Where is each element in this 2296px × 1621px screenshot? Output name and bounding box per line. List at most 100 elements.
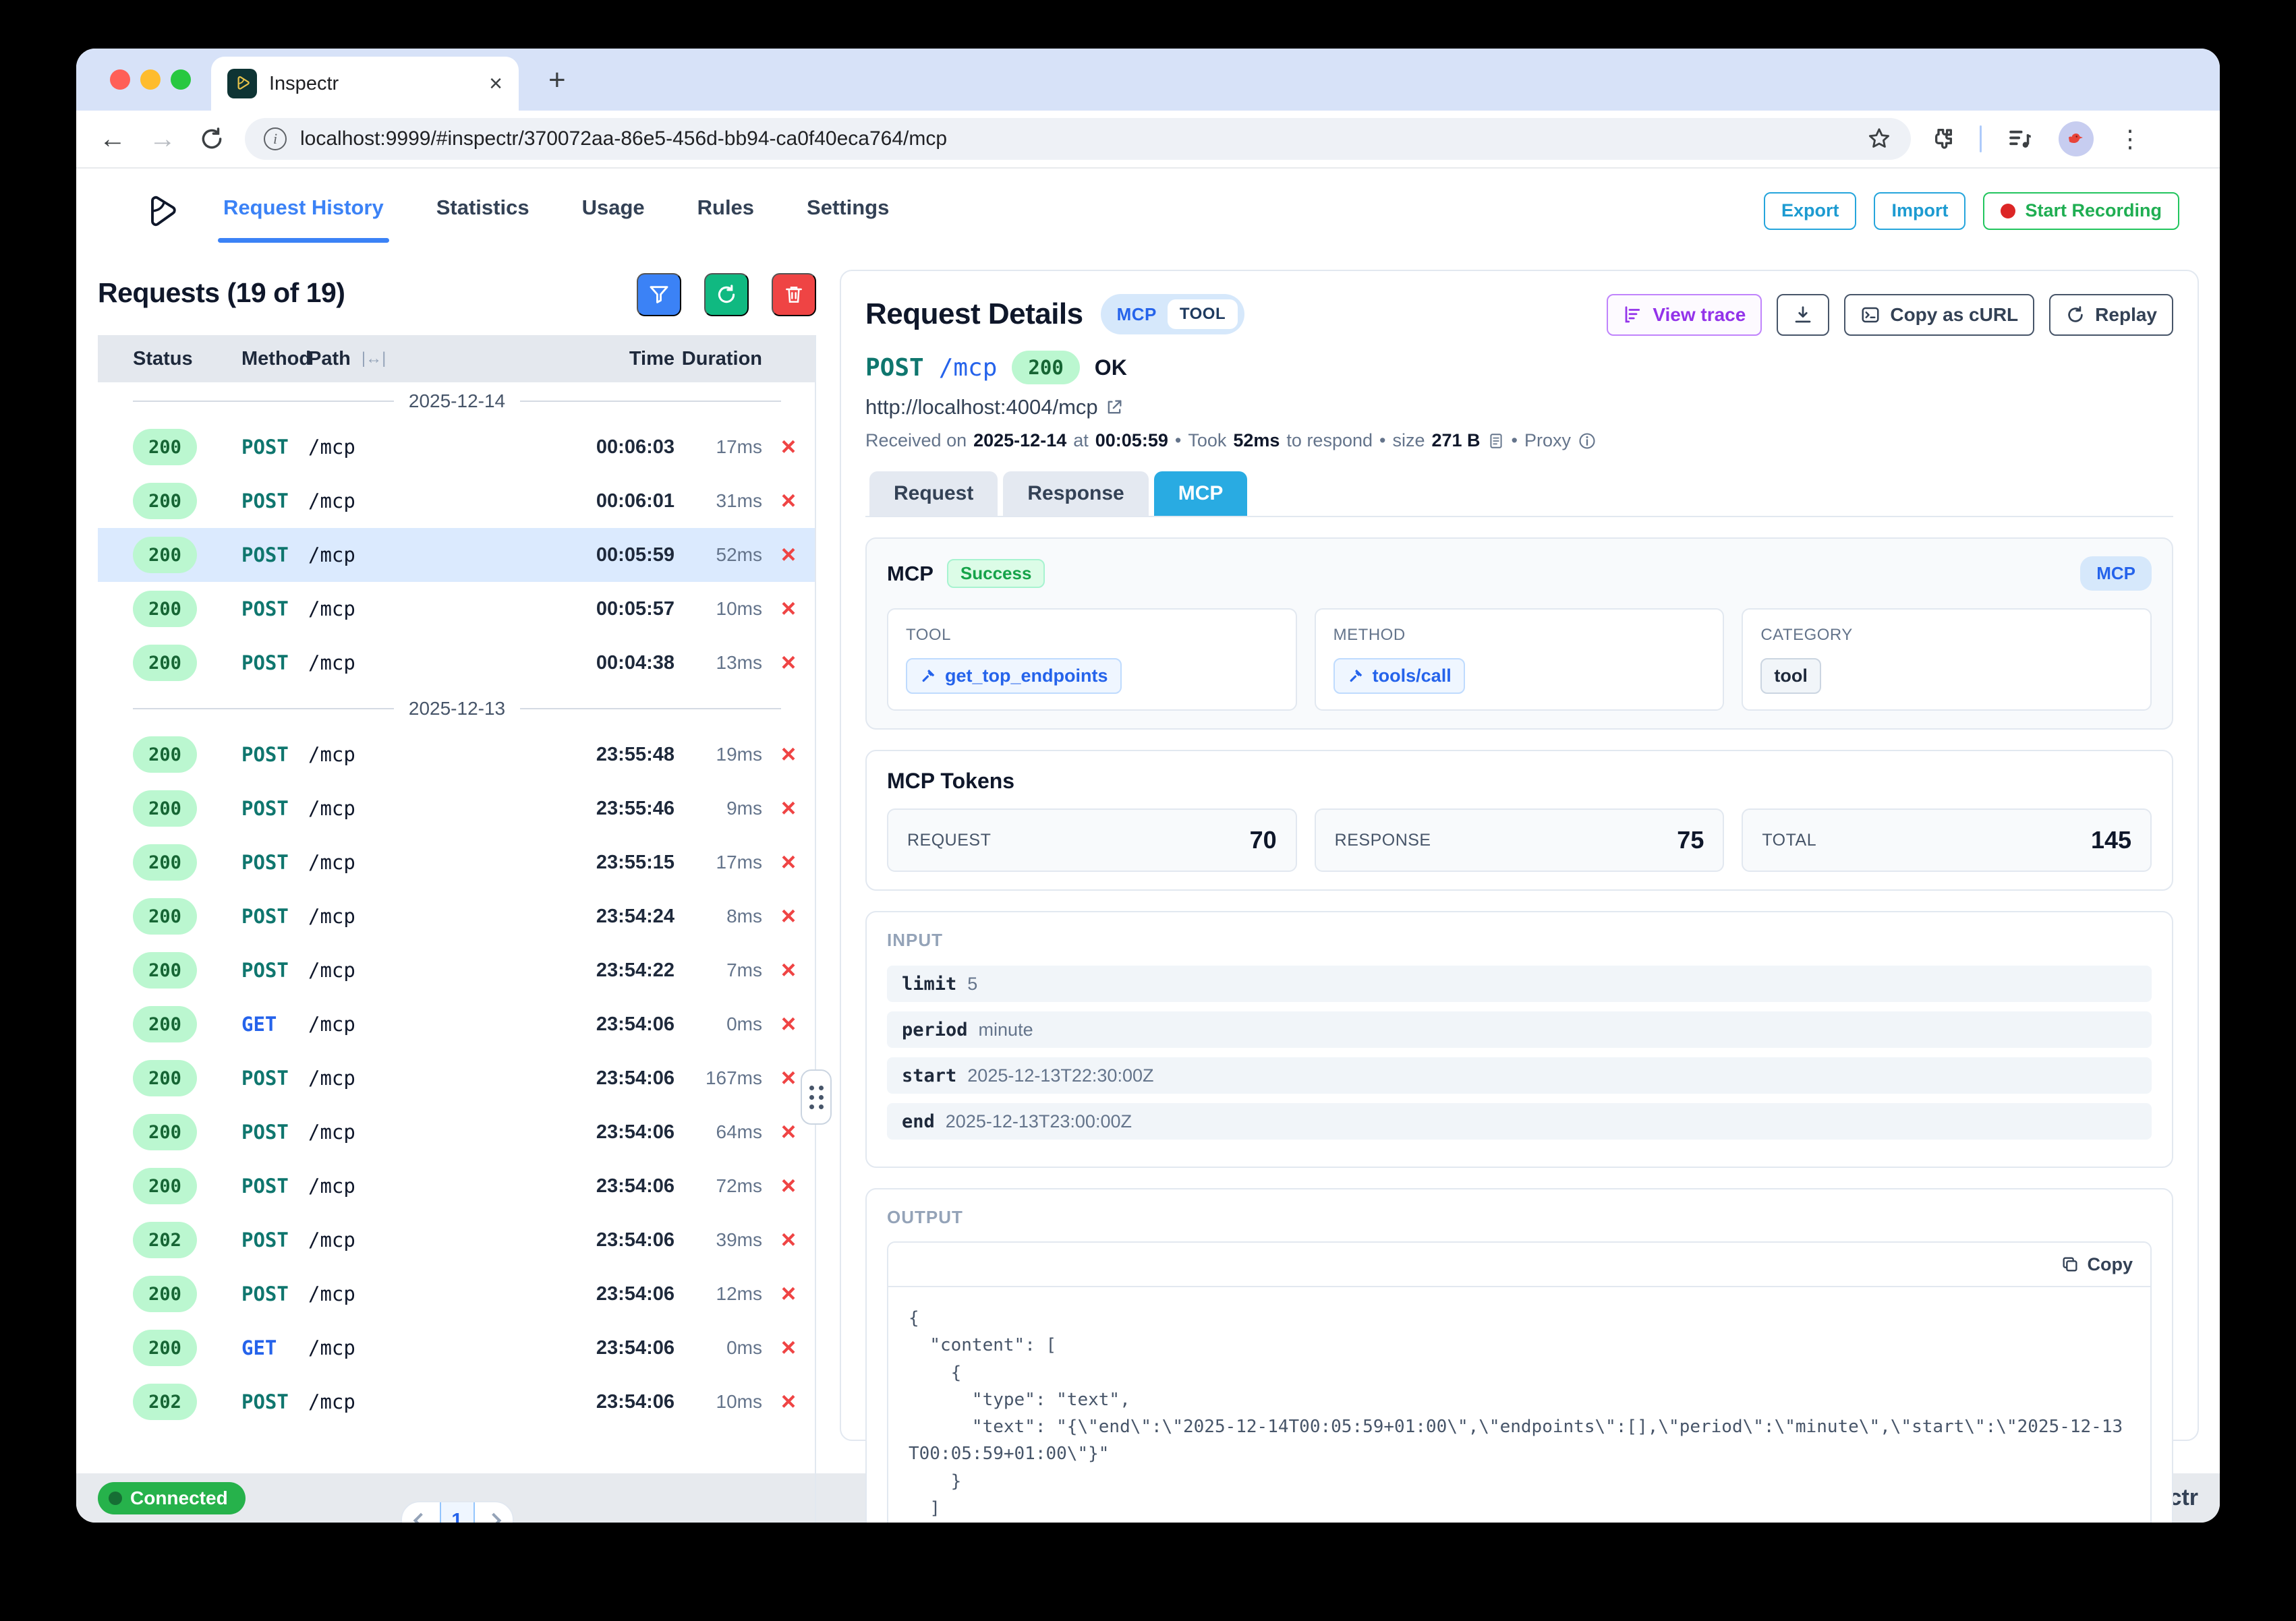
duration-label: 17ms: [675, 852, 769, 873]
proxy-info-icon[interactable]: [1578, 432, 1597, 450]
column-resize-icon[interactable]: |↔|: [362, 349, 386, 368]
request-row[interactable]: 200POST/mcp00:06:0131ms×: [98, 474, 816, 528]
import-button[interactable]: Import: [1874, 192, 1965, 230]
delete-request-button[interactable]: ×: [769, 434, 808, 460]
nav-item-settings[interactable]: Settings: [807, 196, 889, 227]
delete-request-button[interactable]: ×: [769, 1173, 808, 1199]
time-label: 23:54:22: [560, 960, 675, 982]
tab-response[interactable]: Response: [1003, 471, 1148, 516]
request-row[interactable]: 202POST/mcp23:54:0610ms×: [98, 1375, 816, 1429]
terminal-icon: [1860, 305, 1881, 325]
request-row[interactable]: 200POST/mcp00:04:3813ms×: [98, 636, 816, 690]
download-button[interactable]: [1777, 294, 1829, 336]
copy-icon[interactable]: [2061, 1255, 2079, 1274]
delete-request-button[interactable]: ×: [769, 904, 808, 929]
tab-close-icon[interactable]: ×: [489, 71, 503, 97]
profile-avatar[interactable]: [2059, 121, 2094, 156]
request-row[interactable]: 200GET/mcp23:54:060ms×: [98, 997, 816, 1051]
request-row[interactable]: 200POST/mcp23:55:1517ms×: [98, 835, 816, 889]
request-row[interactable]: 202POST/mcp23:54:0639ms×: [98, 1213, 816, 1267]
request-row[interactable]: 200POST/mcp23:55:469ms×: [98, 782, 816, 835]
current-page[interactable]: 1: [440, 1502, 475, 1523]
prev-page-button[interactable]: [402, 1502, 440, 1523]
delete-request-button[interactable]: ×: [769, 850, 808, 875]
mcp-card-value[interactable]: get_top_endpoints: [906, 658, 1122, 694]
request-row[interactable]: 200POST/mcp23:54:0664ms×: [98, 1105, 816, 1159]
request-row[interactable]: 200POST/mcp00:06:0317ms×: [98, 420, 816, 474]
delete-request-button[interactable]: ×: [769, 1227, 808, 1253]
new-tab-button[interactable]: +: [548, 63, 566, 97]
delete-request-button[interactable]: ×: [769, 1335, 808, 1361]
request-row[interactable]: 200POST/mcp23:54:0672ms×: [98, 1159, 816, 1213]
delete-request-button[interactable]: ×: [769, 1281, 808, 1307]
time-label: 23:55:15: [560, 852, 675, 874]
size-doc-icon[interactable]: [1487, 432, 1505, 450]
extensions-icon[interactable]: [1928, 125, 1955, 152]
mcp-card-value[interactable]: tools/call: [1333, 658, 1465, 694]
output-code[interactable]: { "content": [ { "type": "text", "text":…: [888, 1287, 2150, 1523]
site-info-icon[interactable]: i: [264, 127, 287, 150]
replay-button[interactable]: Replay: [2049, 294, 2173, 336]
request-row[interactable]: 200POST/mcp00:05:5952ms×: [98, 528, 816, 582]
bookmark-star-icon[interactable]: [1866, 126, 1892, 152]
start-recording-button[interactable]: Start Recording: [1983, 192, 2179, 230]
media-controls-icon[interactable]: [2006, 125, 2034, 153]
url-text[interactable]: localhost:9999/#inspectr/370072aa-86e5-4…: [300, 127, 1853, 150]
record-dot-icon: [2001, 204, 2015, 218]
nav-item-usage[interactable]: Usage: [582, 196, 645, 227]
delete-request-button[interactable]: ×: [769, 1119, 808, 1145]
request-row[interactable]: 200POST/mcp23:54:0612ms×: [98, 1267, 816, 1321]
view-trace-button[interactable]: View trace: [1607, 294, 1762, 336]
external-link-icon[interactable]: [1105, 398, 1124, 417]
back-button[interactable]: ←: [99, 124, 126, 154]
inspectr-logo-icon[interactable]: [144, 194, 179, 229]
token-value: 145: [2091, 826, 2131, 854]
copy-output-button[interactable]: Copy: [2088, 1254, 2133, 1275]
traffic-light-close[interactable]: [110, 69, 130, 90]
input-box: INPUT limit5periodminutestart2025-12-13T…: [865, 911, 2173, 1168]
forward-button[interactable]: →: [149, 124, 176, 154]
tab-mcp[interactable]: MCP: [1154, 471, 1248, 516]
delete-request-button[interactable]: ×: [769, 957, 808, 983]
request-row[interactable]: 200GET/mcp23:54:060ms×: [98, 1321, 816, 1375]
request-row[interactable]: 200POST/mcp23:55:4819ms×: [98, 728, 816, 782]
delete-request-button[interactable]: ×: [769, 1389, 808, 1415]
tab-request[interactable]: Request: [869, 471, 998, 516]
next-page-button[interactable]: [475, 1502, 513, 1523]
browser-tab[interactable]: Inspectr ×: [211, 57, 519, 111]
nav-item-request-history[interactable]: Request History: [223, 196, 384, 227]
detail-path: /mcp: [939, 354, 998, 382]
status-badge: 200: [133, 645, 197, 681]
delete-request-button[interactable]: ×: [769, 742, 808, 767]
delete-request-button[interactable]: ×: [769, 796, 808, 821]
method-label: POST: [241, 490, 308, 512]
duration-label: 0ms: [675, 1013, 769, 1035]
main-nav: Request History Statistics Usage Rules Setti…: [223, 196, 889, 227]
browser-menu-icon[interactable]: ⋮: [2118, 125, 2142, 153]
nav-item-statistics[interactable]: Statistics: [436, 196, 529, 227]
request-row[interactable]: 200POST/mcp23:54:248ms×: [98, 889, 816, 943]
delete-all-button[interactable]: [772, 273, 816, 316]
delete-request-button[interactable]: ×: [769, 596, 808, 622]
status-badge: 200: [133, 1114, 197, 1150]
refresh-button[interactable]: [704, 273, 749, 316]
reload-button[interactable]: [199, 126, 225, 152]
delete-request-button[interactable]: ×: [769, 650, 808, 676]
request-row[interactable]: 200POST/mcp00:05:5710ms×: [98, 582, 816, 636]
delete-request-button[interactable]: ×: [769, 488, 808, 514]
traffic-light-minimize[interactable]: [140, 69, 161, 90]
time-label: 23:54:06: [560, 1175, 675, 1198]
request-row[interactable]: 200POST/mcp23:54:06167ms×: [98, 1051, 816, 1105]
nav-item-rules[interactable]: Rules: [697, 196, 754, 227]
copy-as-curl-button[interactable]: Copy as cURL: [1844, 294, 2034, 336]
panel-resize-handle[interactable]: [801, 1069, 832, 1125]
traffic-light-zoom[interactable]: [171, 69, 191, 90]
request-row[interactable]: 200POST/mcp23:54:227ms×: [98, 943, 816, 997]
path-label: /mcp: [308, 959, 560, 982]
export-button[interactable]: Export: [1764, 192, 1857, 230]
mcp-card-value[interactable]: tool: [1760, 658, 1820, 694]
delete-request-button[interactable]: ×: [769, 1011, 808, 1037]
delete-request-button[interactable]: ×: [769, 542, 808, 568]
filter-button[interactable]: [637, 273, 681, 316]
address-bar[interactable]: i localhost:9999/#inspectr/370072aa-86e5…: [245, 118, 1911, 160]
